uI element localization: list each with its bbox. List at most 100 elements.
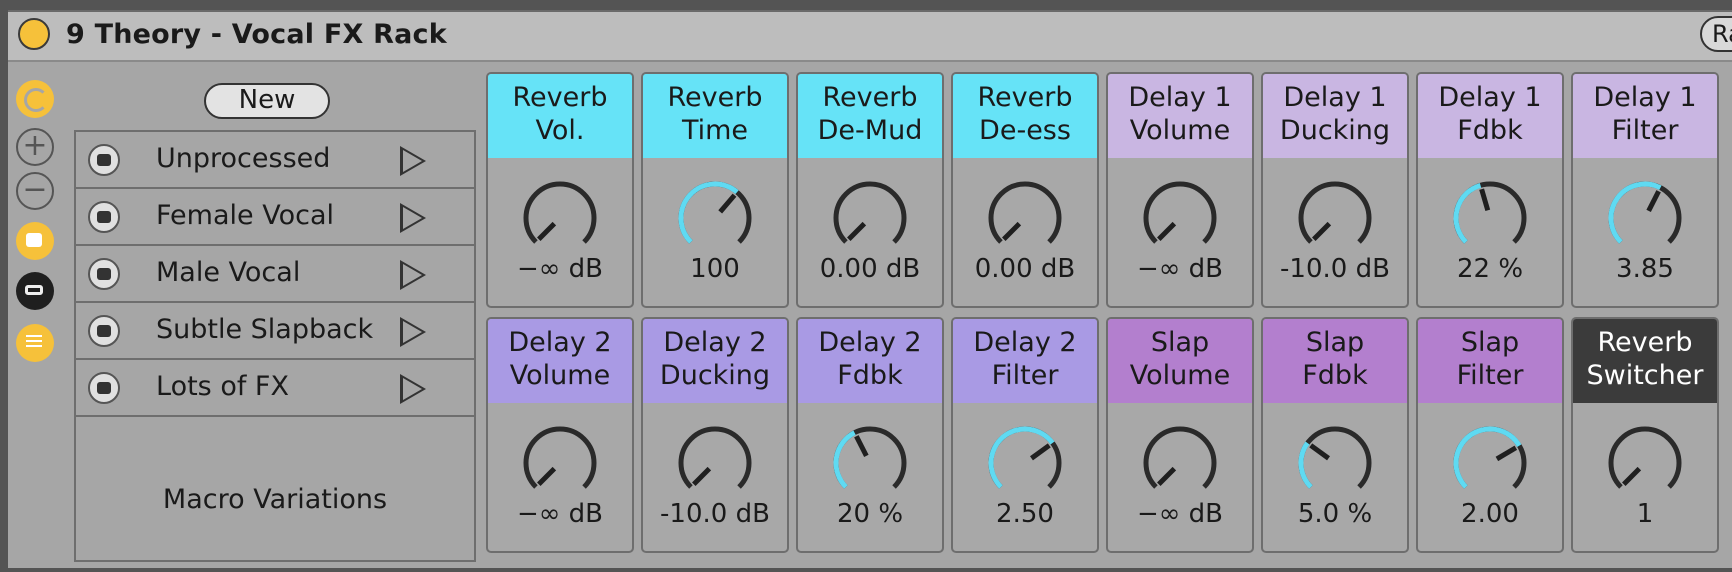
macro-label[interactable]: Delay 2 Filter <box>953 319 1097 403</box>
knob-icon[interactable] <box>675 419 755 499</box>
knob-value-arc <box>833 430 856 489</box>
mute-icon[interactable] <box>16 272 54 310</box>
macro-knob-control[interactable]: Reverb De-ess 0.00 dB <box>951 72 1099 308</box>
macro-label-line: Vol. <box>535 115 585 146</box>
title-bar[interactable]: 9 Theory - Vocal FX Rack Ra <box>8 12 1732 62</box>
knob-track <box>1298 181 1372 244</box>
variation-row[interactable]: Lots of FX <box>76 360 474 417</box>
list-icon[interactable] <box>16 324 54 362</box>
variation-label[interactable]: Lots of FX <box>156 371 289 402</box>
macro-knob-control[interactable]: Reverb Switcher 1 <box>1571 317 1719 553</box>
play-icon[interactable] <box>400 374 426 404</box>
macro-knob-control[interactable]: Reverb Vol. −∞ dB <box>486 72 634 308</box>
macro-label[interactable]: Delay 2 Ducking <box>643 319 787 403</box>
plus-icon[interactable]: + <box>16 128 54 166</box>
knob-icon[interactable] <box>830 419 910 499</box>
knob-pointer <box>537 221 557 241</box>
macro-label-line: Delay 2 <box>663 327 767 358</box>
variation-snapshot-icon[interactable] <box>88 258 120 290</box>
macro-value: −∞ dB <box>516 254 604 284</box>
knob-icon[interactable] <box>985 419 1065 499</box>
macro-knob-control[interactable]: Delay 2 Ducking -10.0 dB <box>641 317 789 553</box>
macro-label[interactable]: Reverb Vol. <box>488 74 632 158</box>
macro-label[interactable]: Delay 2 Fdbk <box>798 319 942 403</box>
macro-mapping-icon[interactable] <box>16 80 54 118</box>
macro-knob-control[interactable]: Slap Filter 2.00 <box>1416 317 1564 553</box>
play-icon[interactable] <box>400 260 426 290</box>
macro-label[interactable]: Slap Volume <box>1108 319 1252 403</box>
macro-knob-control[interactable]: Slap Fdbk 5.0 % <box>1261 317 1409 553</box>
macro-label[interactable]: Slap Fdbk <box>1263 319 1407 403</box>
knob-icon[interactable] <box>675 174 755 254</box>
knob-icon[interactable] <box>1450 419 1530 499</box>
macro-label[interactable]: Delay 2 Volume <box>488 319 632 403</box>
macro-value: 2.50 <box>996 499 1054 529</box>
macro-label-line: Volume <box>1129 360 1231 391</box>
knob-icon[interactable] <box>830 174 910 254</box>
variation-row[interactable]: Male Vocal <box>76 246 474 303</box>
variation-row[interactable]: Unprocessed <box>76 132 474 189</box>
macro-label[interactable]: Reverb Switcher <box>1573 319 1717 403</box>
knob-icon[interactable] <box>1605 419 1685 499</box>
variation-label[interactable]: Subtle Slapback <box>156 314 373 345</box>
knob-icon[interactable] <box>1605 174 1685 254</box>
knob-pointer <box>847 221 867 241</box>
play-icon[interactable] <box>400 203 426 233</box>
camera-icon[interactable] <box>16 222 54 260</box>
knob-track <box>523 426 597 489</box>
knob-icon[interactable] <box>1140 419 1220 499</box>
macro-knob-control[interactable]: Delay 1 Fdbk 22 % <box>1416 72 1564 308</box>
macro-label[interactable]: Delay 1 Ducking <box>1263 74 1407 158</box>
macro-label[interactable]: Delay 1 Filter <box>1573 74 1717 158</box>
randomize-button[interactable]: Ra <box>1700 16 1732 52</box>
macro-knob-control[interactable]: Delay 1 Filter 3.85 <box>1571 72 1719 308</box>
device-power-button[interactable] <box>18 18 50 50</box>
variation-label[interactable]: Male Vocal <box>156 257 300 288</box>
macro-value: 20 % <box>836 499 904 529</box>
knob-icon[interactable] <box>1295 174 1375 254</box>
play-icon[interactable] <box>400 146 426 176</box>
variation-snapshot-icon[interactable] <box>88 372 120 404</box>
knob-icon[interactable] <box>520 174 600 254</box>
knob-track <box>1608 426 1682 489</box>
knob-icon[interactable] <box>520 419 600 499</box>
macro-knob-control[interactable]: Delay 2 Fdbk 20 % <box>796 317 944 553</box>
variation-row[interactable]: Subtle Slapback <box>76 303 474 360</box>
macro-label[interactable]: Delay 1 Fdbk <box>1418 74 1562 158</box>
variation-snapshot-icon[interactable] <box>88 201 120 233</box>
knob-value-arc <box>678 181 739 244</box>
knob-icon[interactable] <box>1450 174 1530 254</box>
macro-label-line: Reverb <box>822 82 918 113</box>
knob-icon[interactable] <box>985 174 1065 254</box>
macro-knob-control[interactable]: Delay 1 Volume −∞ dB <box>1106 72 1254 308</box>
macro-label-line: Delay 1 <box>1438 82 1542 113</box>
macro-label[interactable]: Reverb De-Mud <box>798 74 942 158</box>
new-variation-button[interactable]: New <box>204 83 330 119</box>
macro-label[interactable]: Reverb De-ess <box>953 74 1097 158</box>
minus-icon[interactable]: − <box>16 172 54 210</box>
macro-knob-control[interactable]: Delay 2 Volume −∞ dB <box>486 317 634 553</box>
macro-label[interactable]: Slap Filter <box>1418 319 1562 403</box>
macro-knob-control[interactable]: Reverb Time 100 <box>641 72 789 308</box>
device-title[interactable]: 9 Theory - Vocal FX Rack <box>66 19 447 50</box>
macro-label-line: Fdbk <box>1302 360 1368 391</box>
variation-snapshot-icon[interactable] <box>88 144 120 176</box>
variation-snapshot-icon[interactable] <box>88 315 120 347</box>
macro-knob-control[interactable]: Delay 1 Ducking -10.0 dB <box>1261 72 1409 308</box>
variation-label[interactable]: Female Vocal <box>156 200 334 231</box>
macro-knob-control[interactable]: Delay 2 Filter 2.50 <box>951 317 1099 553</box>
play-icon[interactable] <box>400 317 426 347</box>
variation-label[interactable]: Unprocessed <box>156 143 330 174</box>
variation-row[interactable]: Female Vocal <box>76 189 474 246</box>
knob-value-arc <box>1453 426 1522 489</box>
knob-pointer <box>1479 188 1491 212</box>
knob-pointer <box>1309 443 1330 461</box>
macro-knob-control[interactable]: Reverb De-Mud 0.00 dB <box>796 72 944 308</box>
macro-label[interactable]: Delay 1 Volume <box>1108 74 1252 158</box>
knob-icon[interactable] <box>1295 419 1375 499</box>
macro-label[interactable]: Reverb Time <box>643 74 787 158</box>
knob-icon[interactable] <box>1140 174 1220 254</box>
macro-value: -10.0 dB <box>1280 254 1390 284</box>
macro-knob-control[interactable]: Slap Volume −∞ dB <box>1106 317 1254 553</box>
macro-label-line: Slap <box>1460 327 1520 358</box>
